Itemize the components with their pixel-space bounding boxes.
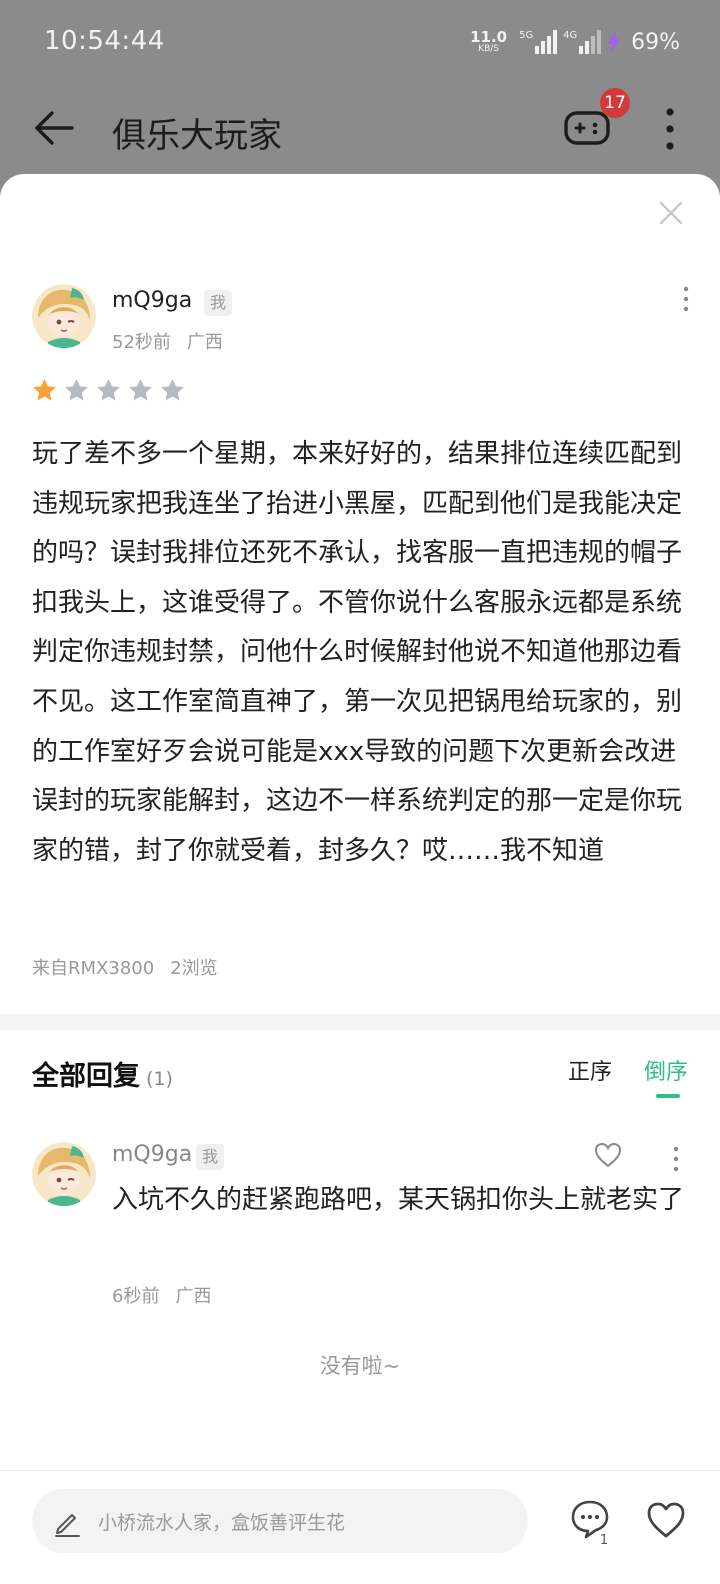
- app-bar: 俱乐大玩家 17: [0, 84, 720, 174]
- like-icon[interactable]: [646, 1501, 686, 1539]
- net-speed: 11.0 KB/S: [470, 30, 507, 54]
- post-username[interactable]: mQ9ga: [112, 288, 192, 313]
- close-icon[interactable]: [656, 198, 686, 228]
- post-content: 玩了差不多一个星期，本来好好的，结果排位连续匹配到违规玩家把我连坐了抬进小黑屋，…: [32, 439, 683, 866]
- signal-5g-label: 5G: [519, 30, 534, 41]
- comment-detail-sheet: mQ9ga 我 52秒前 广西 玩了差不多一个星期，本来好好的，结果排位连续匹配到…: [0, 174, 720, 1584]
- star-filled-icon: [33, 379, 56, 401]
- replies-title: 全部回复: [32, 1061, 140, 1092]
- replies-header: 全部回复 (1) 正序 倒序: [32, 1054, 688, 1100]
- notification-badge: 17: [600, 88, 630, 118]
- reply-meta: 6秒前 广西: [112, 1282, 211, 1308]
- background-app: 10:54:44 11.0 KB/S 5G 4G 69% 俱乐大玩家 17: [0, 0, 720, 200]
- end-of-list-note: 没有啦~: [319, 1354, 401, 1378]
- star-empty-icon: [161, 379, 184, 401]
- net-speed-value: 11.0: [470, 28, 508, 46]
- bottom-bar: 小桥流水人家，盒饭善评生花 1: [0, 1470, 720, 1584]
- post-views: 2浏览: [170, 958, 218, 979]
- charging-icon: [608, 30, 621, 54]
- me-tag: 我: [196, 1144, 225, 1170]
- sort-toggle: 正序 倒序: [568, 1054, 688, 1098]
- signal-4g-icon: 4G: [563, 30, 602, 54]
- reply-region: 广西: [175, 1286, 212, 1307]
- post-region: 广西: [186, 332, 223, 353]
- rating-stars: [32, 378, 185, 403]
- sort-descending-button[interactable]: 倒序: [644, 1054, 688, 1098]
- app-title: 俱乐大玩家: [112, 116, 282, 156]
- post-device: 来自RMX3800: [32, 958, 155, 979]
- reply-more-icon[interactable]: [670, 1144, 682, 1174]
- post-author: mQ9ga 我 52秒前 广西: [32, 284, 692, 354]
- pen-icon: [55, 1514, 80, 1537]
- replies-count: (1): [146, 1068, 173, 1090]
- net-speed-unit: KB/S: [478, 44, 499, 54]
- reply-text: 入坑不久的赶紧跑路吧，某天锅扣你头上就老实了: [112, 1185, 685, 1215]
- reply-input[interactable]: 小桥流水人家，盒饭善评生花: [32, 1489, 528, 1553]
- reply-time: 6秒前: [112, 1286, 160, 1307]
- avatar[interactable]: [32, 1142, 96, 1206]
- battery-level: 69%: [631, 29, 680, 55]
- avatar[interactable]: [32, 284, 96, 348]
- status-bar: 10:54:44 11.0 KB/S 5G 4G 69%: [0, 0, 720, 84]
- comment-count: 1: [594, 1531, 614, 1551]
- post-meta: 52秒前 广西: [112, 328, 223, 354]
- heart-icon[interactable]: [594, 1142, 622, 1168]
- more-menu-icon[interactable]: [660, 106, 680, 152]
- me-tag: 我: [204, 290, 233, 316]
- reply-input-placeholder: 小桥流水人家，盒饭善评生花: [98, 1512, 346, 1534]
- back-arrow-icon[interactable]: [32, 106, 76, 150]
- status-icons: 11.0 KB/S 5G 4G 69%: [470, 24, 680, 60]
- post-footer: 来自RMX3800 2浏览: [32, 954, 218, 980]
- signal-4g-label: 4G: [563, 30, 578, 41]
- star-empty-icon: [129, 379, 152, 401]
- star-empty-icon: [97, 379, 120, 401]
- star-empty-icon: [65, 379, 88, 401]
- sort-ascending-button[interactable]: 正序: [568, 1054, 612, 1086]
- post-time: 52秒前: [112, 332, 171, 353]
- reply-item: mQ9ga 我 入坑不久的赶紧跑路吧，某天锅扣你头上就老实了 6秒前 广西: [32, 1140, 688, 1310]
- reply-username[interactable]: mQ9ga: [112, 1142, 192, 1167]
- post-more-icon[interactable]: [680, 284, 692, 314]
- section-divider: [0, 1014, 720, 1030]
- signal-5g-icon: 5G: [519, 30, 558, 54]
- status-time: 10:54:44: [44, 26, 165, 56]
